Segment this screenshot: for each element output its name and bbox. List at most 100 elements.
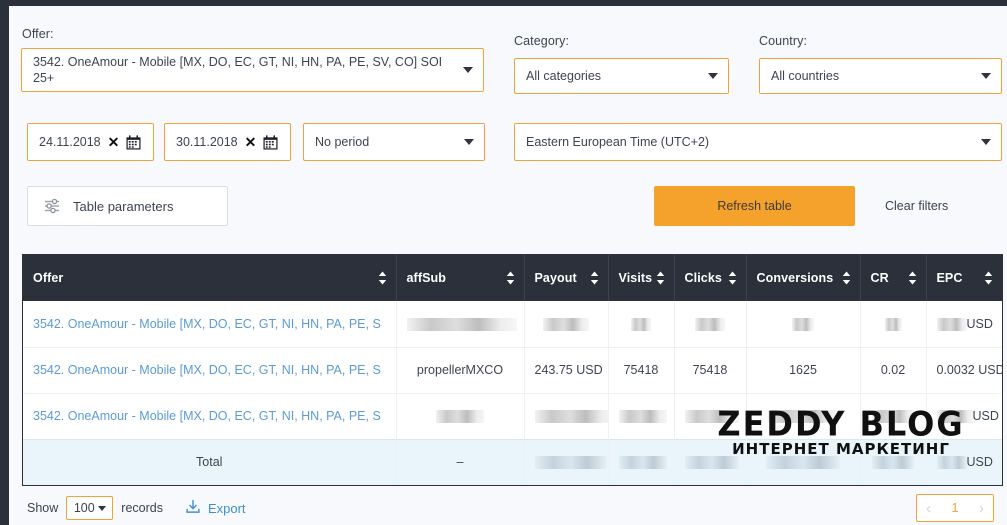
app-left-rail (0, 0, 9, 525)
col-header-offer-label: Offer (33, 271, 64, 285)
cell-affsub: propellerMXCO (396, 346, 525, 393)
pagination: ‹ 1 › (916, 494, 994, 522)
clear-filters-label: Clear filters (885, 199, 949, 213)
sort-icon[interactable] (656, 271, 665, 285)
pagination-current-page[interactable]: 1 (952, 501, 959, 515)
date-from-value: 24.11.2018 (39, 135, 101, 149)
pagination-next-button[interactable]: › (979, 501, 984, 516)
stats-table-container: Offer affSub Payout Visits Clicks Conver… (22, 254, 1003, 486)
cell-total-epc-currency: USD (966, 455, 993, 470)
cell-total-cr (860, 438, 927, 485)
redacted-value (936, 317, 967, 331)
cell-epc: 0.0032 USD (926, 346, 1002, 393)
col-header-visits[interactable]: Visits (608, 255, 675, 301)
date-from-field[interactable]: 24.11.2018 ✕ (27, 123, 154, 161)
sort-icon[interactable] (908, 271, 917, 285)
sort-icon[interactable] (842, 271, 851, 285)
rows-per-page-select[interactable]: 100 (66, 496, 114, 520)
col-header-cr[interactable]: CR (860, 255, 927, 301)
col-header-affsub-label: affSub (406, 271, 446, 285)
chevron-down-icon (708, 73, 718, 79)
cell-offer[interactable]: 3542. OneAmour - Mobile [MX, DO, EC, GT,… (23, 392, 397, 439)
redacted-value (936, 456, 967, 470)
cell-total-clicks (674, 438, 747, 485)
redacted-value (872, 410, 914, 424)
cell-total-affsub: – (396, 438, 525, 485)
cell-payout: 243.75 USD (524, 346, 609, 393)
offer-select[interactable]: 3542. OneAmour - Mobile [MX, DO, EC, GT,… (21, 48, 484, 92)
redacted-value (872, 456, 914, 470)
cell-cr (860, 392, 927, 439)
cell-clicks (674, 392, 747, 439)
table-row[interactable]: 3542. OneAmour - Mobile [MX, DO, EC, GT,… (23, 346, 1002, 393)
clear-filters-button[interactable]: Clear filters (885, 186, 948, 226)
sort-icon[interactable] (728, 271, 737, 285)
cell-clicks: 75418 (674, 346, 747, 393)
period-select[interactable]: No period (303, 123, 485, 161)
export-button[interactable]: Export (185, 499, 246, 517)
country-label: Country: (759, 34, 808, 48)
table-row[interactable]: 3542. OneAmour - Mobile [MX, DO, EC, GT,… (23, 301, 1002, 347)
sort-icon[interactable] (590, 271, 599, 285)
country-select-value: All countries (771, 68, 840, 83)
cell-total-conversions (746, 438, 861, 485)
sort-icon[interactable] (378, 271, 387, 285)
table-parameters-label: Table parameters (73, 198, 174, 214)
redacted-value (766, 456, 840, 470)
redacted-value (684, 456, 739, 470)
table-total-row: Total – USD (23, 438, 1002, 485)
clear-date-to-icon[interactable]: ✕ (245, 135, 257, 149)
clear-date-from-icon[interactable]: ✕ (108, 135, 120, 149)
cell-cr: 0.02 (860, 346, 927, 393)
col-header-payout[interactable]: Payout (524, 255, 609, 301)
chevron-down-icon (97, 505, 106, 511)
redacted-value (936, 410, 973, 424)
col-header-visits-label: Visits (618, 271, 653, 285)
category-label: Category: (514, 34, 570, 48)
cell-conversions (746, 301, 861, 347)
col-header-payout-label: Payout (534, 271, 577, 285)
cell-offer[interactable]: 3542. OneAmour - Mobile [MX, DO, EC, GT,… (23, 301, 397, 347)
cell-affsub (396, 301, 525, 347)
cell-total-label: Total (23, 438, 397, 485)
col-header-epc[interactable]: EPC (926, 255, 1002, 301)
table-row[interactable]: 3542. OneAmour - Mobile [MX, DO, EC, GT,… (23, 392, 1002, 439)
offer-select-value: 3542. OneAmour - Mobile [MX, DO, EC, GT,… (33, 54, 443, 86)
sort-icon[interactable] (506, 271, 515, 285)
redacted-value (543, 317, 589, 331)
redacted-value (618, 410, 667, 424)
chevron-down-icon (981, 139, 991, 145)
date-to-field[interactable]: 30.11.2018 ✕ (164, 123, 291, 161)
stats-dashboard-page: Offer: 3542. OneAmour - Mobile [MX, DO, … (0, 0, 1007, 525)
table-parameters-button[interactable]: Table parameters (27, 186, 228, 226)
cell-visits (608, 301, 675, 347)
cell-visits: 75418 (608, 346, 675, 393)
calendar-icon[interactable] (126, 134, 141, 150)
country-select[interactable]: All countries (759, 58, 1002, 94)
pagination-prev-button[interactable]: ‹ (926, 501, 931, 516)
redacted-value (534, 456, 607, 470)
col-header-conversions[interactable]: Conversions (746, 255, 861, 301)
timezone-select[interactable]: Eastern European Time (UTC+2) (514, 123, 1002, 161)
cell-affsub (396, 392, 525, 439)
records-label: records (121, 501, 163, 515)
category-select-value: All categories (526, 68, 602, 83)
cell-total-epc: USD (926, 438, 1002, 485)
cell-offer[interactable]: 3542. OneAmour - Mobile [MX, DO, EC, GT,… (23, 346, 397, 393)
sort-icon[interactable] (984, 271, 993, 285)
category-select[interactable]: All categories (514, 58, 729, 94)
calendar-icon[interactable] (263, 134, 278, 150)
cell-conversions (746, 392, 861, 439)
cell-cr (860, 301, 927, 347)
timezone-select-value: Eastern European Time (UTC+2) (526, 134, 710, 149)
chevron-down-icon (981, 73, 991, 79)
chevron-down-icon (464, 139, 474, 145)
redacted-value (436, 410, 484, 424)
cell-total-visits (608, 438, 675, 485)
refresh-table-button[interactable]: Refresh table (654, 186, 855, 226)
redacted-value (631, 317, 651, 331)
col-header-clicks[interactable]: Clicks (674, 255, 747, 301)
cell-total-payout (524, 438, 609, 485)
col-header-offer[interactable]: Offer (23, 255, 397, 301)
col-header-affsub[interactable]: affSub (396, 255, 525, 301)
